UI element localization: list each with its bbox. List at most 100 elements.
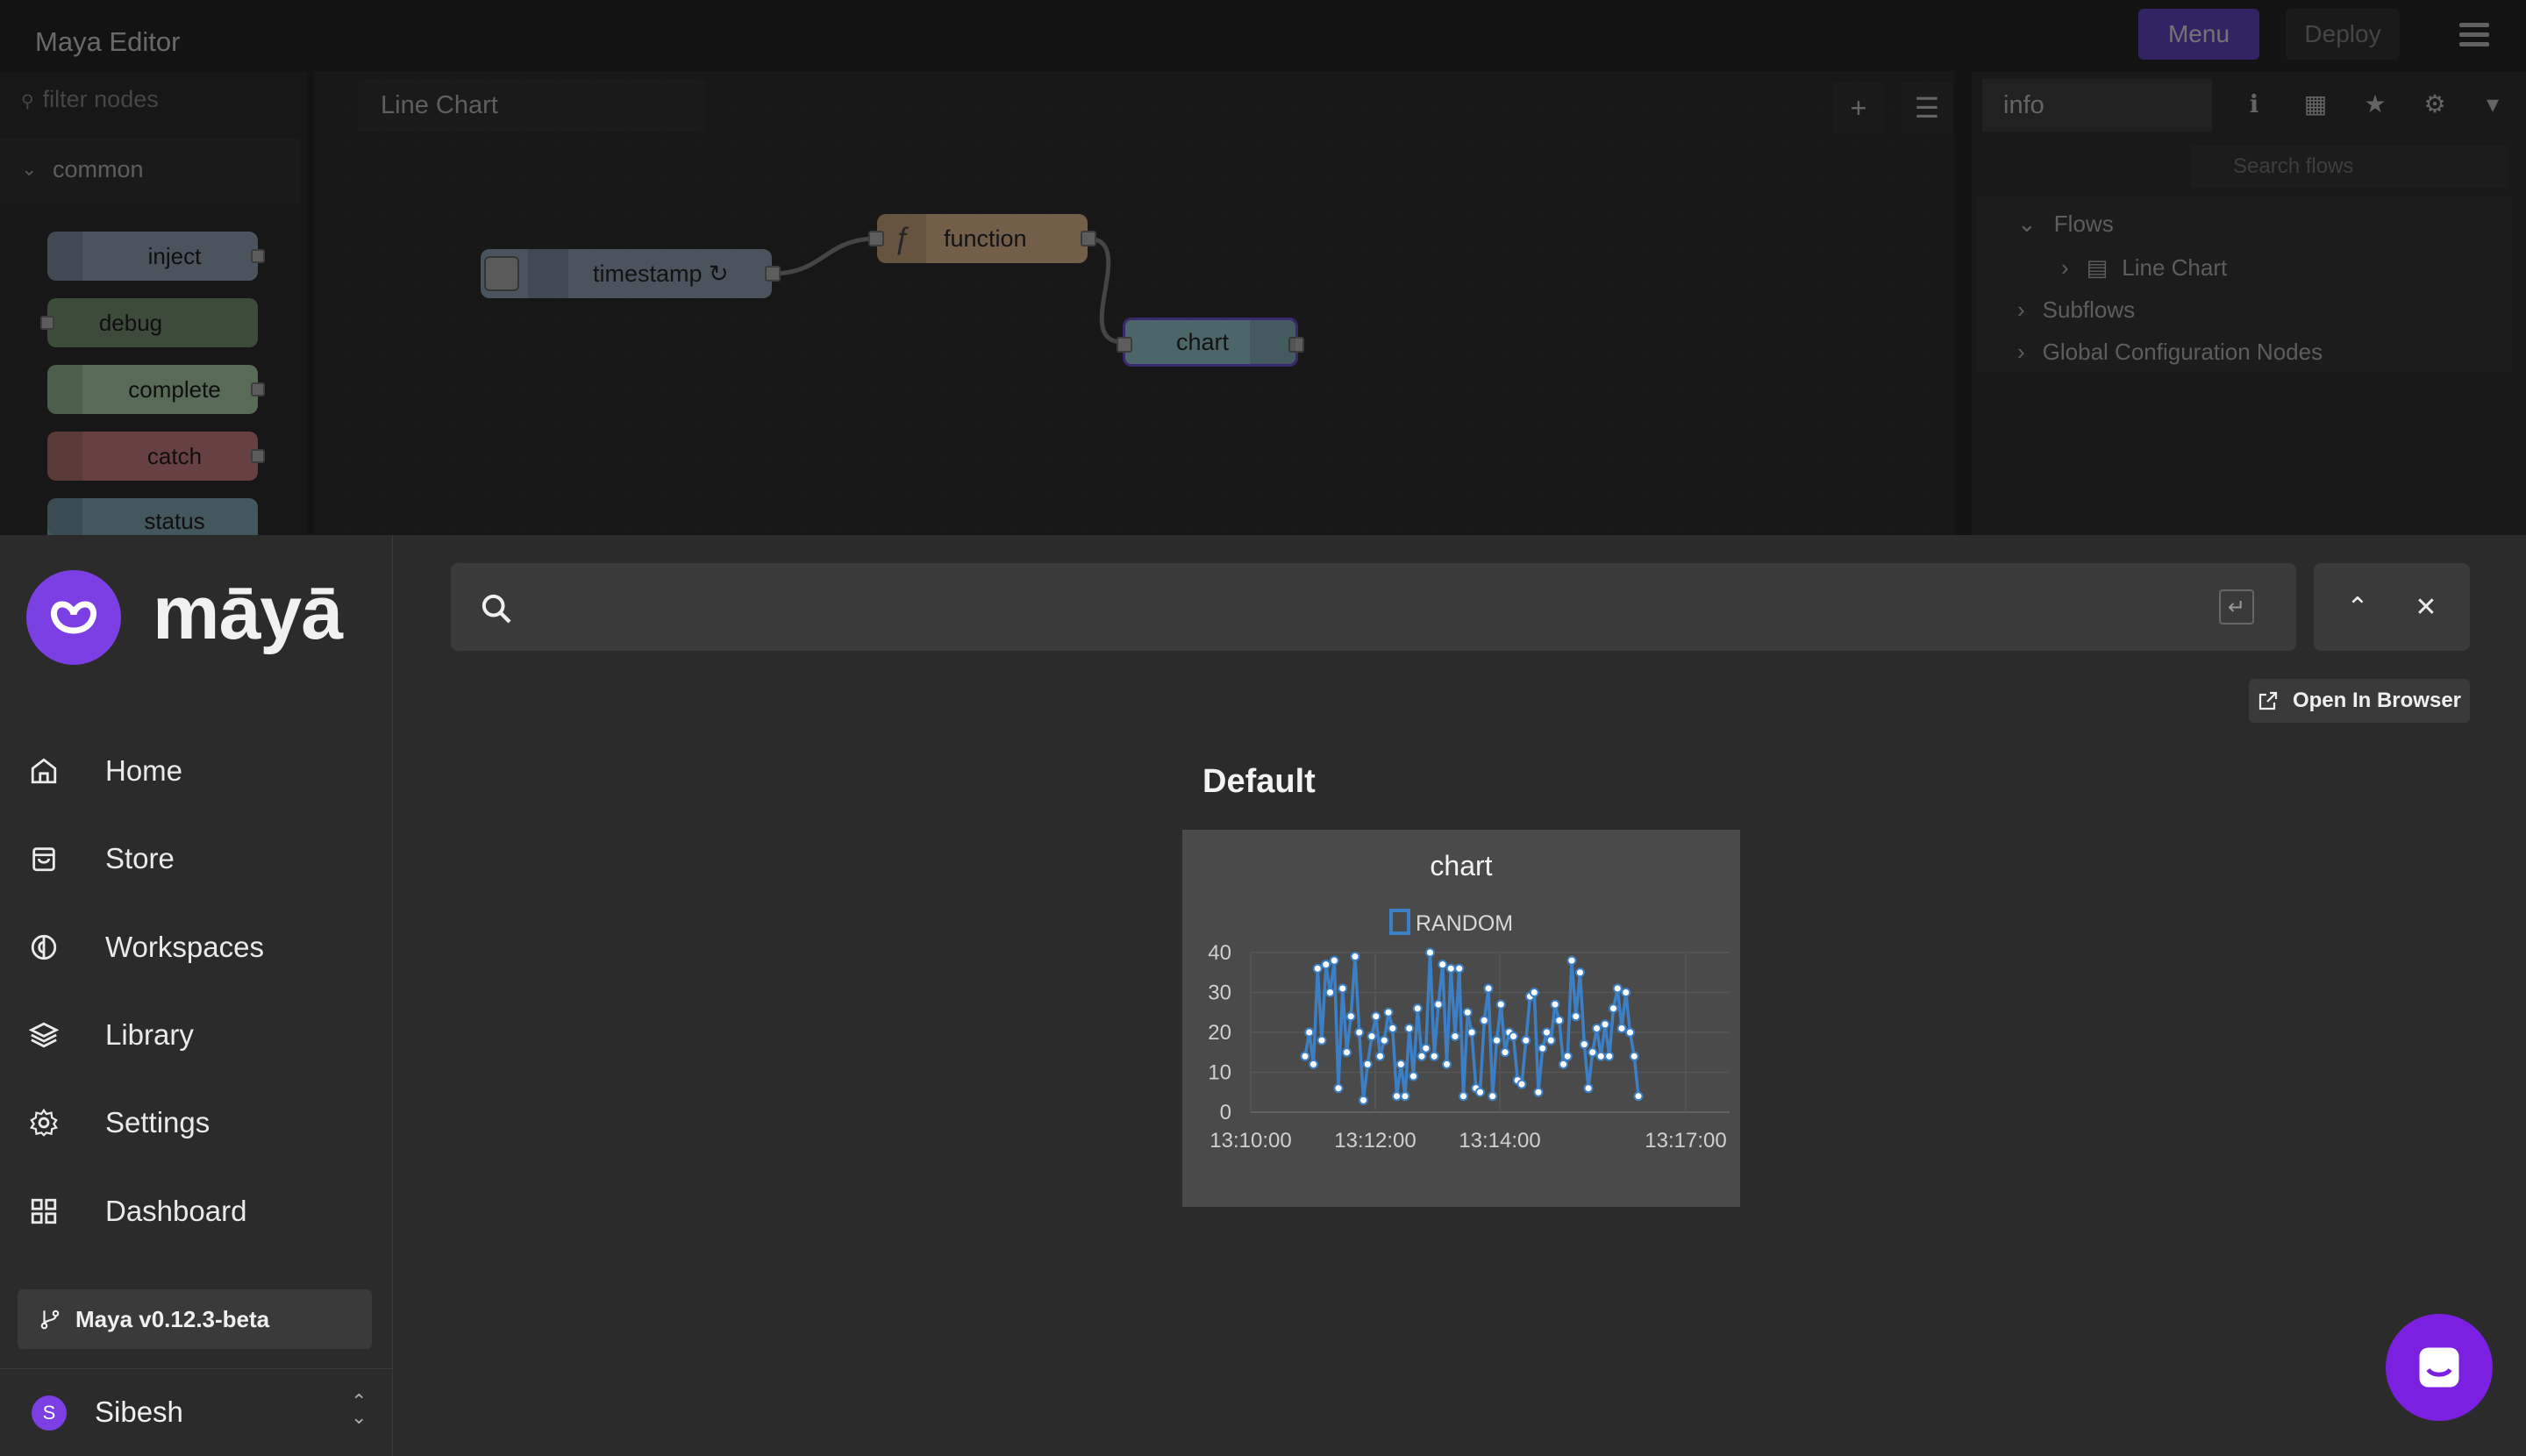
data-point xyxy=(1400,1091,1410,1102)
data-point xyxy=(1516,1079,1527,1089)
legend-label: RANDOM xyxy=(1416,911,1513,936)
data-point xyxy=(1583,1083,1594,1094)
data-point xyxy=(1388,1023,1398,1033)
data-point xyxy=(1509,1031,1518,1042)
data-point xyxy=(1604,1051,1615,1061)
dashboard-icon xyxy=(26,1194,61,1229)
nav-settings[interactable]: Settings xyxy=(26,1092,377,1153)
maya-logo-icon[interactable] xyxy=(26,570,121,665)
flow-node-label: function xyxy=(944,225,1027,252)
data-point xyxy=(1500,1047,1510,1058)
data-point xyxy=(1579,1039,1589,1050)
user-menu[interactable]: S Sibesh ⌃ ⌄ xyxy=(0,1368,393,1456)
data-point xyxy=(1312,963,1323,974)
data-point xyxy=(1317,1035,1327,1046)
git-branch-icon xyxy=(40,1310,60,1330)
data-point xyxy=(1425,947,1435,958)
nav-workspaces[interactable]: Workspaces xyxy=(26,917,377,978)
data-point xyxy=(1566,955,1577,966)
nav-label: Store xyxy=(105,842,175,874)
chevron-right-icon: › xyxy=(2061,254,2069,281)
flow-node-label: timestamp ↻ xyxy=(593,260,729,287)
nav-label: Library xyxy=(105,1018,194,1051)
data-point xyxy=(1450,1031,1460,1042)
info-icon[interactable]: ℹ xyxy=(2237,86,2272,121)
flow-node-timestamp[interactable]: timestamp ↻ xyxy=(481,249,781,298)
tree-line-chart[interactable]: › ▤ Line Chart xyxy=(2061,254,2227,282)
data-point xyxy=(1445,963,1456,974)
chevron-right-icon: › xyxy=(2017,339,2025,365)
nav-label: Settings xyxy=(105,1106,210,1138)
data-point xyxy=(1433,999,1444,1010)
data-point xyxy=(1442,1059,1452,1069)
inject-icon xyxy=(528,249,568,298)
data-point xyxy=(1395,1059,1406,1069)
avatar: S xyxy=(32,1395,67,1431)
close-icon[interactable]: ✕ xyxy=(2408,589,2444,625)
tree-flows[interactable]: ⌄ Flows xyxy=(2017,211,2114,238)
data-point xyxy=(1325,988,1335,997)
tree-label: Global Configuration Nodes xyxy=(2042,339,2323,365)
command-search-input[interactable]: ↵ xyxy=(451,563,2296,651)
workspaces-icon xyxy=(26,930,61,965)
data-point xyxy=(1321,960,1331,970)
data-point xyxy=(1359,1095,1368,1105)
tree-global-config[interactable]: › Global Configuration Nodes xyxy=(2017,339,2323,366)
caret-down-icon[interactable]: ▾ xyxy=(2475,86,2510,121)
data-point xyxy=(1479,1015,1489,1025)
node-editor: Maya Editor Menu Deploy ⚲ filter nodes ⌄ … xyxy=(0,0,2526,535)
gear-icon[interactable]: ⚙ xyxy=(2417,86,2452,121)
data-point xyxy=(1300,1051,1310,1061)
data-point xyxy=(1462,1007,1473,1017)
version-badge[interactable]: Maya v0.12.3-beta xyxy=(18,1289,372,1349)
user-name: Sibesh xyxy=(95,1395,183,1428)
flow-node-chart[interactable]: chart xyxy=(1117,318,1304,367)
bug-icon[interactable]: ★ xyxy=(2358,86,2393,121)
data-point xyxy=(1621,988,1631,997)
chart-title: chart xyxy=(1430,850,1492,881)
data-point xyxy=(1629,1051,1639,1061)
open-in-browser-label: Open In Browser xyxy=(2292,689,2462,712)
nav-home[interactable]: Home xyxy=(26,740,377,802)
x-tick-label: 13:12:00 xyxy=(1334,1129,1416,1153)
toggle-inject-button[interactable] xyxy=(484,256,519,291)
data-point xyxy=(1521,1035,1531,1046)
flow-icon: ▤ xyxy=(2086,254,2109,281)
nav-store[interactable]: Store xyxy=(26,828,377,889)
nav-label: Dashboard xyxy=(105,1195,247,1227)
data-point xyxy=(1495,999,1506,1010)
tree-subflows[interactable]: › Subflows xyxy=(2017,296,2135,324)
window-controls: ⌃ ✕ xyxy=(2314,563,2470,651)
x-tick-label: 13:14:00 xyxy=(1459,1129,1540,1153)
data-point xyxy=(1554,1015,1565,1025)
data-point xyxy=(1454,963,1465,974)
flow-node-function[interactable]: ƒ function xyxy=(868,214,1096,263)
data-point xyxy=(1338,983,1348,994)
search-flows-input[interactable]: Search flows xyxy=(2191,146,2508,188)
flow-node-label: chart xyxy=(1176,328,1230,355)
search-icon xyxy=(482,594,511,624)
data-point xyxy=(1625,1027,1635,1038)
tree-label: Subflows xyxy=(2042,296,2136,323)
nav-library[interactable]: Library xyxy=(26,1004,377,1066)
left-nav: māyā Home Store Workspaces Library Setti… xyxy=(0,535,393,1456)
data-point xyxy=(1575,967,1585,978)
store-icon xyxy=(26,841,61,876)
chart-icon xyxy=(1250,320,1295,364)
data-point xyxy=(1438,960,1448,970)
data-point xyxy=(1592,1023,1602,1033)
nav-dashboard[interactable]: Dashboard xyxy=(26,1181,377,1242)
open-in-browser-button[interactable]: Open In Browser xyxy=(2249,679,2470,723)
enter-key-icon[interactable]: ↵ xyxy=(2219,589,2254,625)
y-tick-label: 0 xyxy=(1220,1101,1231,1124)
tab-info[interactable]: info xyxy=(1982,79,2212,132)
y-tick-label: 30 xyxy=(1208,981,1231,1005)
data-point xyxy=(1342,1047,1352,1058)
data-point xyxy=(1329,955,1339,966)
data-point xyxy=(1475,1087,1485,1097)
book-icon[interactable]: ▦ xyxy=(2298,86,2333,121)
data-point xyxy=(1362,1059,1373,1069)
y-axis: 0 10 20 30 40 xyxy=(1208,941,1231,1124)
collapse-icon[interactable]: ⌃ xyxy=(2340,589,2375,625)
chat-support-button[interactable] xyxy=(2386,1314,2493,1421)
